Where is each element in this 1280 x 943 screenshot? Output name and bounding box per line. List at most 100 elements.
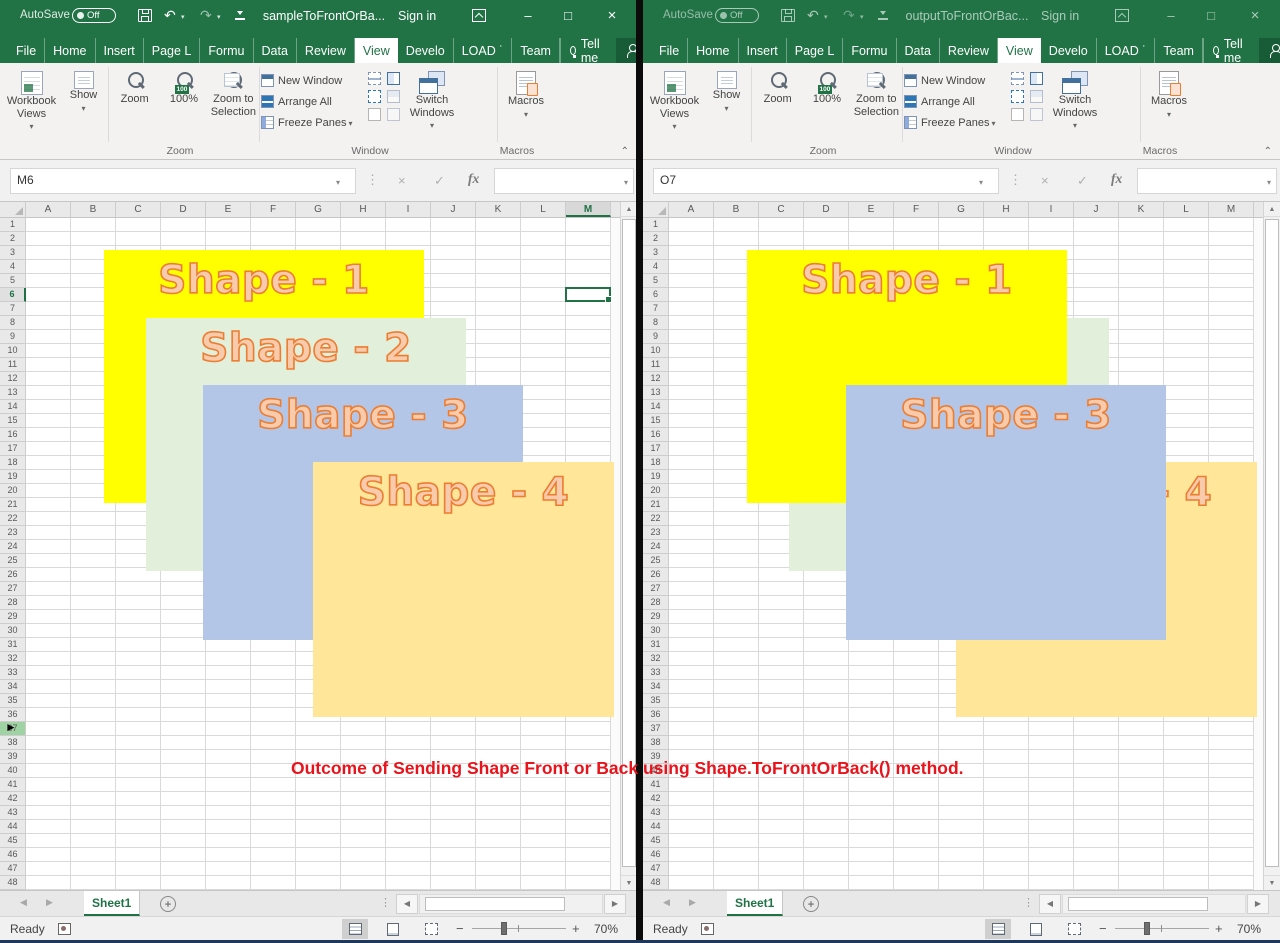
view-page-break-button[interactable] [418, 919, 444, 939]
row-cell-8[interactable]: 8 [643, 316, 669, 330]
expand-formula-bar-icon[interactable]: ▾ [624, 178, 628, 187]
row-cell-43[interactable]: 43 [0, 806, 26, 820]
row-cell-15[interactable]: 15 [0, 414, 26, 428]
col-cell-H[interactable]: H [341, 202, 386, 217]
col-cell-J[interactable]: J [431, 202, 476, 217]
view-page-break-button[interactable] [1061, 919, 1087, 939]
tell-me-box[interactable]: Tell me [560, 38, 612, 63]
minimize-button[interactable]: – [1153, 0, 1189, 32]
col-cell-H[interactable]: H [984, 202, 1029, 217]
col-cell-L[interactable]: L [1164, 202, 1209, 217]
new-window-button[interactable]: New Window [904, 70, 1008, 91]
name-box[interactable]: M6 [10, 168, 356, 194]
row-cell-31[interactable]: 31 [643, 638, 669, 652]
name-box-dropdown-icon[interactable]: ▾ [979, 178, 983, 187]
row-cell-41[interactable]: 41 [643, 778, 669, 792]
sheet-nav-left-icon[interactable]: ◀ [663, 897, 670, 908]
redo-icon[interactable]: ↷ [843, 8, 855, 22]
col-cell-G[interactable]: G [296, 202, 341, 217]
row-cell-2[interactable]: 2 [643, 232, 669, 246]
zoom-to-selection-button[interactable]: Zoom to Selection [852, 66, 901, 143]
tab-insert[interactable]: Insert [96, 38, 144, 63]
row-cell-5[interactable]: 5 [643, 274, 669, 288]
row-cell-23[interactable]: 23 [0, 526, 26, 540]
customize-quick-access-icon[interactable] [235, 10, 245, 20]
hscroll-right-icon[interactable]: ▶ [604, 894, 626, 914]
col-cell-M[interactable]: M [1209, 202, 1254, 217]
row-cell-10[interactable]: 10 [0, 344, 26, 358]
hscroll-left-icon[interactable]: ◀ [1039, 894, 1061, 914]
vertical-scrollbar[interactable]: ▲ ▼ [1263, 202, 1280, 890]
zoom-slider[interactable] [472, 928, 566, 929]
split-icon[interactable] [1011, 72, 1024, 85]
row-cell-3[interactable]: 3 [0, 246, 26, 260]
view-normal-button[interactable] [342, 919, 368, 939]
row-cell-4[interactable]: 4 [643, 260, 669, 274]
formula-input[interactable] [494, 168, 634, 194]
row-cell-34[interactable]: 34 [0, 680, 26, 694]
undo-dropdown-icon[interactable]: ▾ [181, 13, 185, 21]
row-cell-13[interactable]: 13 [0, 386, 26, 400]
row-cell-22[interactable]: 22 [0, 512, 26, 526]
tab-team[interactable]: Team [1155, 38, 1203, 63]
record-macro-icon[interactable] [701, 923, 714, 935]
scroll-down-icon[interactable]: ▼ [621, 875, 637, 890]
row-cell-42[interactable]: 42 [0, 792, 26, 806]
row-cell-29[interactable]: 29 [0, 610, 26, 624]
tab-page-layout[interactable]: Page L [787, 38, 844, 63]
redo-dropdown-icon[interactable]: ▾ [860, 13, 864, 21]
horizontal-scrollbar[interactable] [1062, 894, 1246, 914]
hide-icon[interactable] [368, 90, 381, 103]
row-cell-29[interactable]: 29 [643, 610, 669, 624]
sheet-nav-left-icon[interactable]: ◀ [20, 897, 27, 908]
row-cell-23[interactable]: 23 [643, 526, 669, 540]
row-cell-37[interactable]: 37 [643, 722, 669, 736]
row-cell-48[interactable]: 48 [643, 876, 669, 890]
undo-icon[interactable]: ↶ [807, 8, 819, 22]
minimize-button[interactable]: – [510, 0, 546, 32]
tab-load-test[interactable]: LOAD ˙ [1097, 38, 1156, 63]
undo-dropdown-icon[interactable]: ▾ [824, 13, 828, 21]
row-cell-4[interactable]: 4 [0, 260, 26, 274]
row-cell-40[interactable]: 40 [0, 764, 26, 778]
tab-formulas[interactable]: Formu [843, 38, 896, 63]
sheet-nav-right-icon[interactable]: ▶ [46, 897, 53, 908]
row-cell-22[interactable]: 22 [643, 512, 669, 526]
row-cell-42[interactable]: 42 [643, 792, 669, 806]
row-cell-14[interactable]: 14 [0, 400, 26, 414]
sheet-tab-sheet1[interactable]: Sheet1 [727, 891, 783, 916]
zoom-in-button[interactable]: + [1215, 921, 1223, 936]
redo-dropdown-icon[interactable]: ▾ [217, 13, 221, 21]
row-cell-18[interactable]: 18 [643, 456, 669, 470]
col-cell-D[interactable]: D [161, 202, 206, 217]
tabbar-handle-icon[interactable]: ⋮ [380, 896, 391, 909]
tab-view[interactable]: View [998, 38, 1041, 63]
row-cell-12[interactable]: 12 [0, 372, 26, 386]
ribbon-display-options-icon[interactable] [1115, 9, 1129, 22]
horizontal-scroll-thumb[interactable] [1068, 897, 1208, 911]
name-box-dropdown-icon[interactable]: ▾ [336, 178, 340, 187]
row-cell-28[interactable]: 28 [0, 596, 26, 610]
vertical-scroll-thumb[interactable] [1265, 219, 1279, 867]
ribbon-display-options-icon[interactable] [472, 9, 486, 22]
undo-icon[interactable]: ↶ [164, 8, 176, 22]
zoom-100-button[interactable]: 100 100% [802, 66, 851, 143]
freeze-panes-button[interactable]: Freeze Panes [904, 112, 1008, 133]
row-cell-17[interactable]: 17 [0, 442, 26, 456]
col-cell-K[interactable]: K [476, 202, 521, 217]
name-box[interactable]: O7 [653, 168, 999, 194]
row-cell-24[interactable]: 24 [0, 540, 26, 554]
row-cell-16[interactable]: 16 [0, 428, 26, 442]
row-cell-18[interactable]: 18 [0, 456, 26, 470]
row-cell-24[interactable]: 24 [643, 540, 669, 554]
hscroll-right-icon[interactable]: ▶ [1247, 894, 1269, 914]
scroll-up-icon[interactable]: ▲ [621, 202, 637, 217]
tab-page-layout[interactable]: Page L [144, 38, 201, 63]
row-cell-1[interactable]: 1 [0, 218, 26, 232]
tab-load-test[interactable]: LOAD ˙ [454, 38, 513, 63]
insert-function-icon[interactable]: fx [468, 171, 479, 187]
row-cell-10[interactable]: 10 [643, 344, 669, 358]
zoom-button[interactable]: Zoom [110, 66, 159, 143]
tab-insert[interactable]: Insert [739, 38, 787, 63]
sign-in-link[interactable]: Sign in [398, 9, 436, 23]
